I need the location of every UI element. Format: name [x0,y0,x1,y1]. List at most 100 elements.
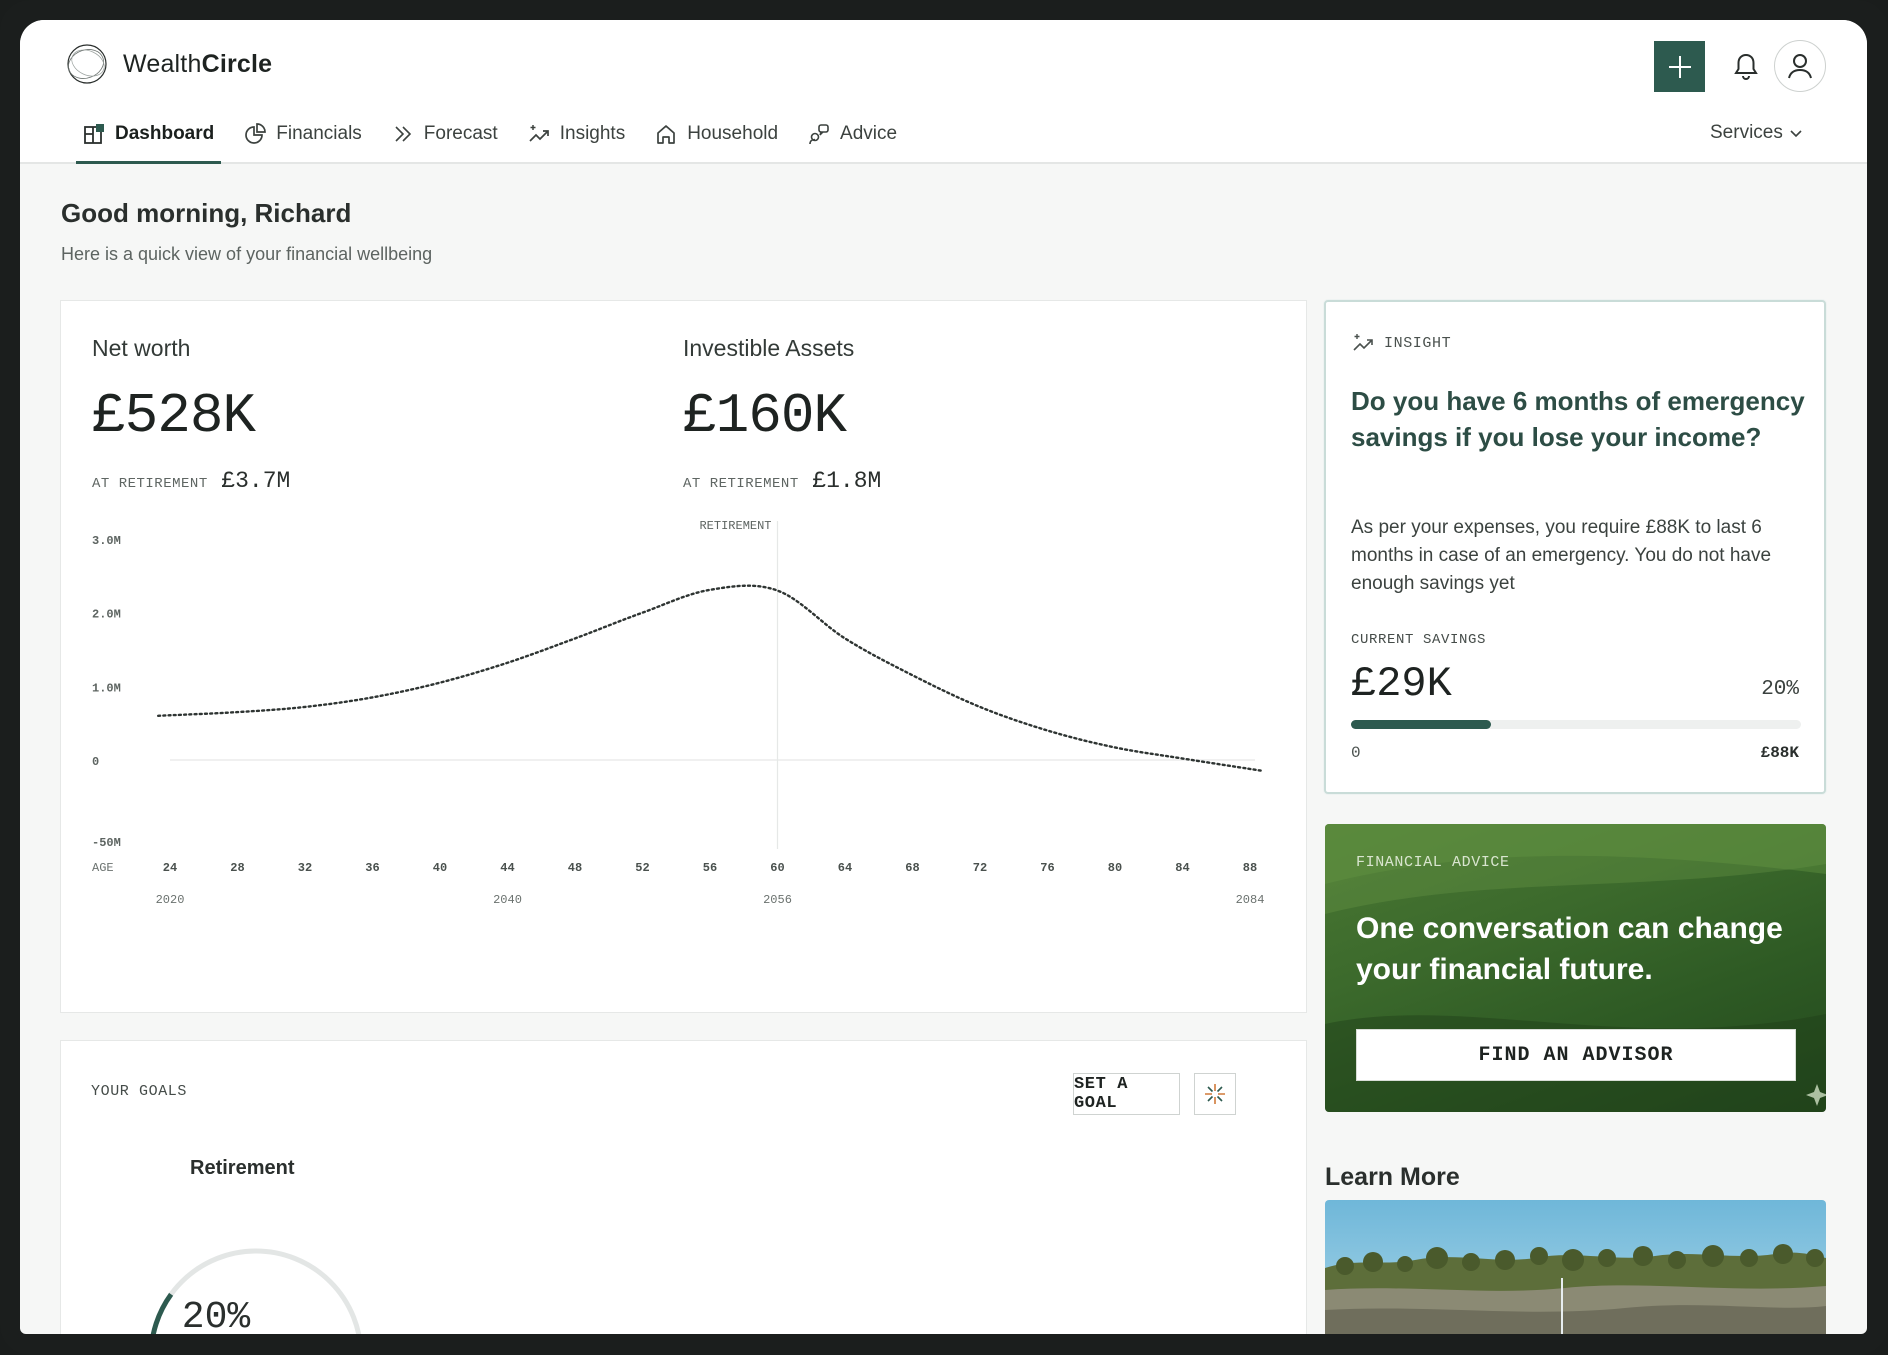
chevron-down-icon [1790,130,1802,138]
net-worth-retirement-value: £3.7M [221,468,291,494]
net-worth-forecast-line [156,584,1265,773]
insight-tag: INSIGHT [1352,332,1451,354]
app-screen: WealthCircle Dashboard Financials Foreca… [20,20,1867,1334]
current-savings-percent: 20% [1761,678,1799,701]
greeting-subtitle: Here is a quick view of your financial w… [61,244,433,264]
tab-forecast[interactable]: Forecast [385,114,505,154]
investible-retirement: AT RETIREMENT £1.8M [683,468,881,494]
tab-financials-label: Financials [276,123,362,144]
y-tick-label: -50M [92,836,121,850]
bell-icon [1734,53,1758,80]
learn-more-image[interactable] [1325,1200,1826,1334]
retirement-marker-label: RETIREMENT [699,521,771,533]
current-savings-label: CURRENT SAVINGS [1351,632,1487,648]
tab-financials[interactable]: Financials [237,114,369,154]
x-tick-label: 24 [163,861,177,875]
add-button[interactable] [1654,41,1705,92]
advice-icon [809,124,829,145]
x-tick-label: 72 [973,861,987,875]
financial-advice-tag: FINANCIAL ADVICE [1356,854,1510,871]
year-tick-label: 2020 [156,893,185,907]
year-tick-label: 2084 [1236,893,1265,907]
investible-retirement-value: £1.8M [812,468,882,494]
ai-suggest-button[interactable] [1194,1073,1236,1115]
tab-dashboard[interactable]: Dashboard [76,114,222,164]
year-tick-label: 2040 [493,893,522,907]
y-tick-label: 2.0M [92,608,121,622]
investible-assets-metric: Investible Assets £160K AT RETIREMENT £1… [683,335,881,494]
net-worth-metric: Net worth £528K AT RETIREMENT £3.7M [92,335,290,494]
tab-dashboard-label: Dashboard [115,123,215,144]
tab-household-label: Household [687,123,779,144]
x-tick-label: 80 [1108,861,1122,875]
dashboard-icon [84,124,104,144]
investible-assets-label: Investible Assets [683,335,855,361]
brand-name-bold: Circle [201,49,273,78]
insight-card[interactable]: INSIGHT Do you have 6 months of emergenc… [1324,300,1826,794]
tab-insights-label: Insights [559,123,626,144]
insight-question: Do you have 6 months of emergency saving… [1351,386,1805,452]
sparkle-trend-icon [529,125,549,142]
logo-circle-icon [67,44,107,84]
x-tick-label: 44 [500,861,514,875]
x-tick-label: 68 [905,861,919,875]
services-label: Services [1710,122,1783,143]
investible-assets-value: £160K [683,384,847,448]
x-tick-label: 88 [1243,861,1257,875]
brand-logo[interactable]: WealthCircle [65,42,272,86]
x-tick-label: 56 [703,861,717,875]
financial-advice-title: One conversation can change your financi… [1356,912,1783,986]
net-worth-label: Net worth [92,335,191,361]
notifications-button[interactable] [1726,46,1766,86]
user-icon [1788,54,1812,79]
tab-forecast-label: Forecast [423,123,498,144]
savings-max: £88K [1760,744,1799,762]
landscape-photo [1325,1200,1826,1334]
tab-advice[interactable]: Advice [801,114,904,154]
retirement-goal-label: Retirement [190,1157,295,1179]
insight-tag-label: INSIGHT [1384,334,1452,352]
tab-advice-label: Advice [840,123,898,144]
double-chevron-right-icon [395,126,411,142]
plus-icon [1668,55,1691,78]
find-advisor-button[interactable]: FIND AN ADVISOR [1356,1029,1796,1081]
greeting-title: Good morning, Richard [61,198,352,228]
home-icon [657,125,676,144]
insight-body: As per your expenses, you require £88K t… [1351,517,1772,594]
x-axis-title: AGE [92,861,114,875]
services-dropdown[interactable]: Services [1710,122,1803,144]
profile-button[interactable] [1774,40,1826,92]
savings-min: 0 [1351,744,1361,762]
brand-name: WealthCircle [123,50,272,79]
main-nav: Dashboard Financials Forecast Insights H… [76,114,920,164]
x-tick-label: 52 [635,861,649,875]
x-tick-label: 32 [298,861,312,875]
financial-advice-card: FINANCIAL ADVICE One conversation can ch… [1325,824,1826,1112]
sparkle-icon [1205,1084,1225,1104]
y-tick-label: 1.0M [92,681,121,695]
retirement-progress-value: 20% [181,1296,251,1334]
set-goal-button[interactable]: SET A GOAL [1073,1073,1180,1115]
x-tick-label: 36 [365,861,379,875]
pie-chart-icon [245,123,267,144]
net-worth-retirement: AT RETIREMENT £3.7M [92,468,290,494]
y-tick-label: 3.0M [92,534,121,548]
year-tick-label: 2056 [763,893,792,907]
net-worth-forecast-chart: 3.0M 2.0M 1.0M 0 -50M RETIREMENT AGE 24 28 32 36 40… [92,521,1265,907]
learn-more-title: Learn More [1325,1163,1460,1191]
top-header: WealthCircle Dashboard Financials Foreca… [20,20,1867,164]
tab-household[interactable]: Household [648,114,785,154]
net-worth-value: £528K [92,384,256,448]
sparkle-trend-icon [1353,334,1373,351]
savings-progress-fill [1351,720,1491,729]
goals-card: YOUR GOALS SET A GOAL Retirement 20% [60,1040,1307,1334]
x-tick-label: 64 [838,861,852,875]
x-tick-label: 60 [770,861,784,875]
net-worth-card: Net worth £528K AT RETIREMENT £3.7M Inve… [60,300,1307,1013]
x-tick-label: 28 [230,861,244,875]
current-savings-value: £29K [1351,660,1452,708]
brand-name-light: Wealth [123,49,202,78]
x-tick-label: 84 [1175,861,1189,875]
x-tick-label: 48 [568,861,582,875]
tab-insights[interactable]: Insights [521,114,632,154]
